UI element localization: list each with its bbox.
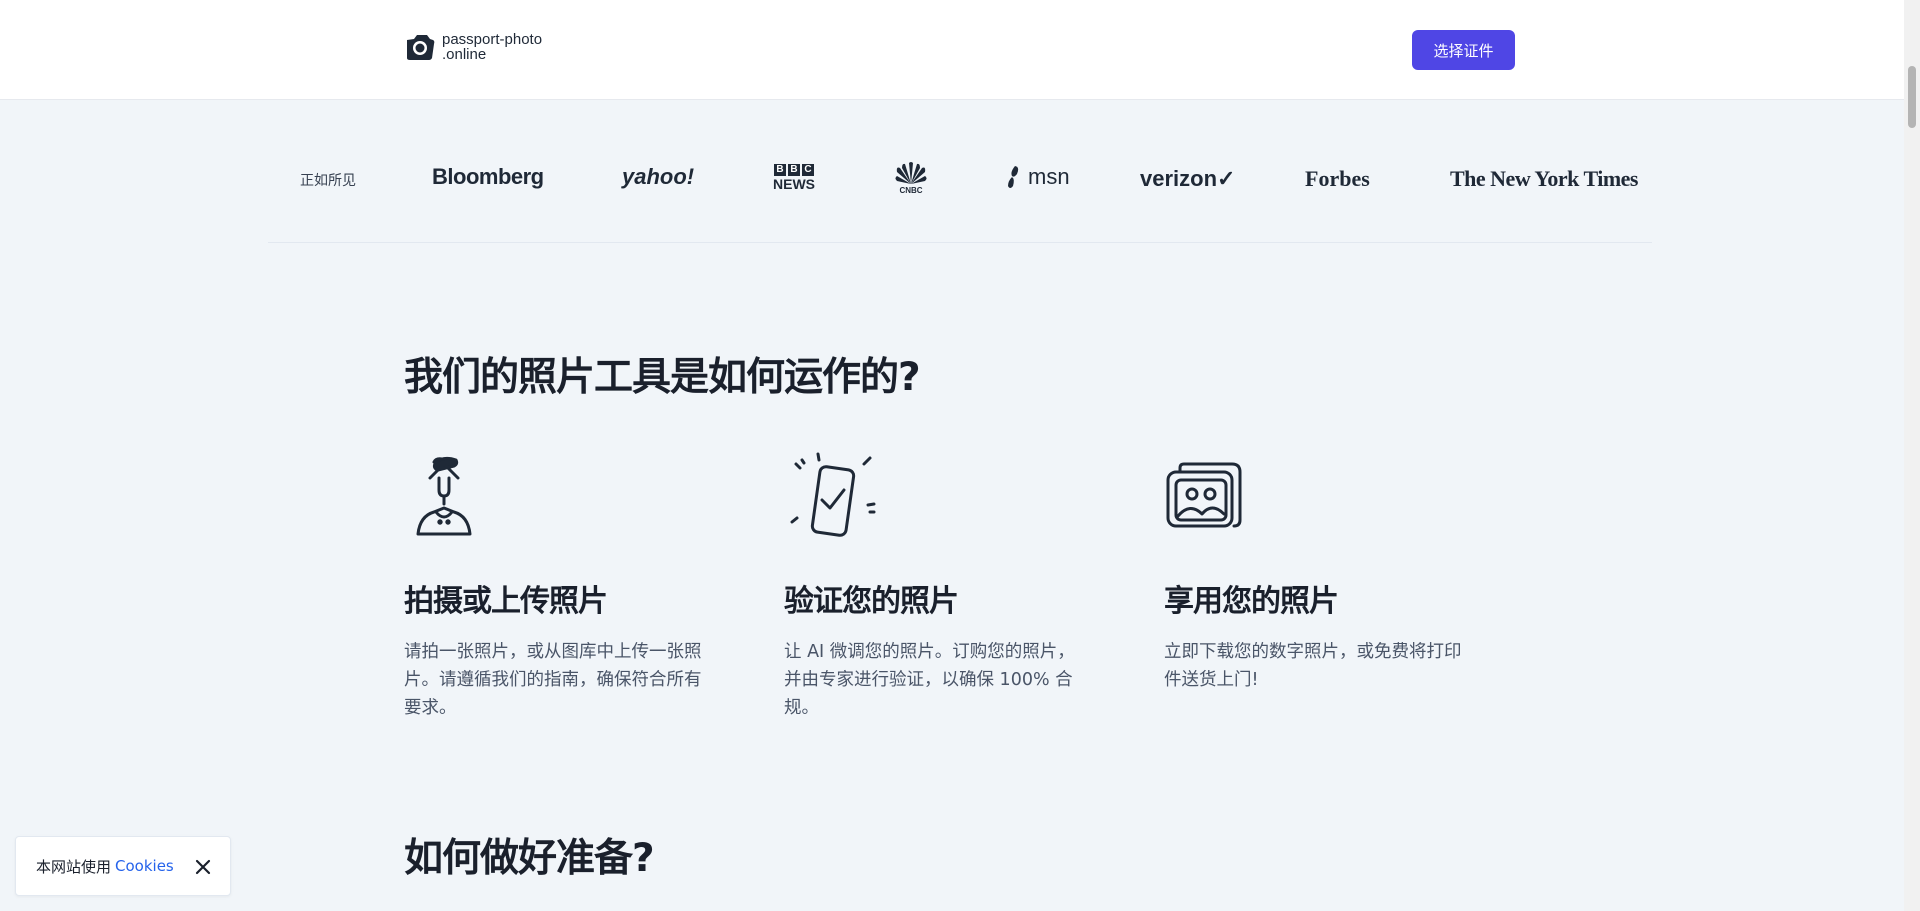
cookies-link[interactable]: Cookies bbox=[115, 857, 174, 875]
step-take-photo: 拍摄或上传照片 请拍一张照片，或从图库中上传一张照片。请遵循我们的指南，确保符合… bbox=[404, 450, 714, 722]
step-title: 验证您的照片 bbox=[784, 584, 959, 619]
forbes-logo: Forbes bbox=[1305, 166, 1370, 191]
step-title: 拍摄或上传照片 bbox=[404, 584, 608, 619]
bbc-letter: B bbox=[788, 164, 800, 176]
photo-stack-icon bbox=[1166, 462, 1242, 528]
press-label: 正如所见 bbox=[300, 173, 356, 189]
cnbc-text: CNBC bbox=[899, 186, 922, 194]
nyt-logo: The New York Times bbox=[1450, 166, 1639, 191]
step-description: 立即下载您的数字照片，或免费将打印件送货上门! bbox=[1164, 642, 1462, 690]
page-scrollbar[interactable] bbox=[1904, 0, 1920, 911]
cnbc-peacock-logo: CNBC bbox=[895, 162, 927, 194]
bloomberg-logo: Bloomberg bbox=[432, 164, 544, 189]
person-upload-icon bbox=[416, 456, 472, 536]
step-description: 请拍一张照片，或从图库中上传一张照片。请遵循我们的指南，确保符合所有要求。 bbox=[404, 642, 702, 718]
site-logo[interactable]: passport-photo .online bbox=[404, 32, 542, 62]
bbc-letter: C bbox=[802, 164, 814, 176]
cookie-banner: 本网站使用 Cookies bbox=[15, 836, 231, 896]
close-icon[interactable] bbox=[194, 858, 212, 876]
yahoo-logo: yahoo! bbox=[622, 164, 695, 189]
cookie-text: 本网站使用 bbox=[36, 857, 112, 876]
logo-line-2: .online bbox=[442, 46, 487, 63]
step-description: 让 AI 微调您的照片。订购您的照片，并由专家进行验证，以确保 100% 合规。 bbox=[784, 642, 1075, 718]
logo-line-1: passport-photo bbox=[442, 31, 543, 48]
step-verify-photo: 验证您的照片 让 AI 微调您的照片。订购您的照片，并由专家进行验证，以确保 1… bbox=[784, 450, 1094, 722]
msn-text: msn bbox=[1028, 164, 1070, 189]
site-header: passport-photo .online 选择证件 bbox=[0, 0, 1904, 100]
step-title: 享用您的照片 bbox=[1164, 584, 1339, 619]
scrollbar-thumb[interactable] bbox=[1908, 66, 1916, 128]
msn-logo: msn bbox=[1006, 164, 1070, 190]
logo-text: passport-photo .online bbox=[442, 32, 542, 62]
verizon-logo: verizon✓ bbox=[1140, 166, 1236, 191]
how-it-works-title: 我们的照片工具是如何运作的? bbox=[404, 355, 921, 400]
press-strip: 正如所见 Bloomberg yahoo! B B C NEWS CNBC ms… bbox=[268, 100, 1652, 243]
bbc-news-text: NEWS bbox=[773, 176, 815, 192]
msn-butterfly-icon bbox=[1008, 166, 1019, 188]
bbc-letter: B bbox=[774, 164, 786, 176]
how-to-prepare-title: 如何做好准备? bbox=[404, 836, 655, 881]
camera-icon bbox=[407, 35, 435, 60]
step-enjoy-photo: 享用您的照片 立即下载您的数字照片，或免费将打印件送货上门! bbox=[1164, 450, 1474, 694]
select-document-button[interactable]: 选择证件 bbox=[1412, 30, 1515, 70]
bbc-news-logo: B B C NEWS bbox=[770, 164, 818, 191]
phone-check-icon bbox=[790, 452, 876, 537]
